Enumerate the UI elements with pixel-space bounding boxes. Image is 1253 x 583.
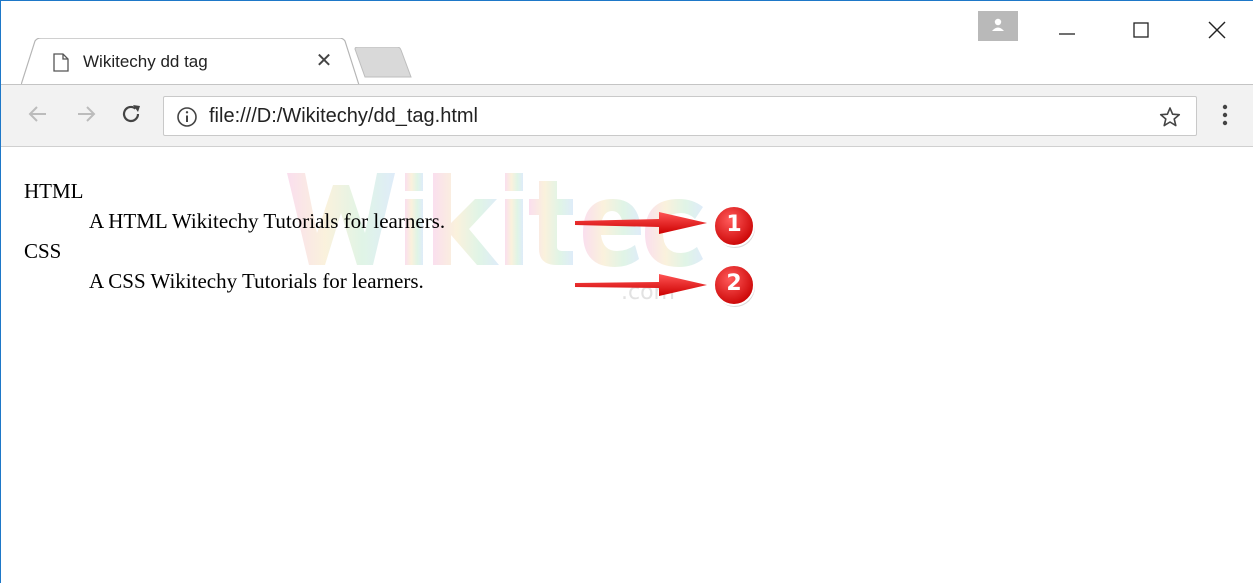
toolbar: file:///D:/Wikitechy/dd_tag.html	[1, 85, 1253, 147]
tab-active[interactable]: Wikitechy dd tag ✕	[21, 38, 363, 86]
kebab-menu-icon	[1222, 104, 1228, 126]
url-text: file:///D:/Wikitechy/dd_tag.html	[209, 105, 478, 127]
annotation-number-1: 1	[726, 212, 742, 237]
new-tab-button[interactable]	[353, 46, 415, 79]
profile-icon	[992, 18, 1004, 31]
forward-button[interactable]	[69, 97, 103, 131]
info-icon[interactable]	[176, 106, 198, 128]
annotation-number-2: 2	[726, 271, 742, 296]
page-icon	[53, 53, 69, 72]
annotation-arrow-2	[575, 274, 707, 296]
forward-arrow-icon	[78, 106, 96, 122]
reload-button[interactable]	[114, 97, 148, 131]
minimize-icon	[1059, 33, 1075, 35]
term-html: HTML	[24, 179, 84, 203]
minimize-button[interactable]	[1041, 9, 1093, 49]
tab-title: Wikitechy dd tag	[83, 52, 208, 71]
back-arrow-icon	[28, 106, 46, 122]
close-icon	[1208, 21, 1226, 39]
close-window-button[interactable]	[1191, 9, 1243, 49]
page-viewport: .com HTML A HTML Wikitechy Tutorials for…	[1, 148, 1253, 583]
reload-icon	[122, 105, 140, 123]
profile-button[interactable]	[978, 11, 1018, 41]
maximize-icon	[1133, 22, 1149, 38]
back-button[interactable]	[21, 97, 55, 131]
term-css: CSS	[24, 239, 62, 263]
address-bar[interactable]: file:///D:/Wikitechy/dd_tag.html	[163, 96, 1197, 136]
menu-button[interactable]	[1213, 101, 1237, 131]
bookmark-star-icon[interactable]	[1158, 105, 1182, 129]
definition-list: HTML A HTML Wikitechy Tutorials for lear…	[24, 176, 445, 296]
tab-close-icon[interactable]: ✕	[313, 50, 335, 72]
description-html: A HTML Wikitechy Tutorials for learners.	[89, 209, 446, 233]
annotation-badge-2: 2	[710, 261, 758, 309]
browser-window: Wikitechy dd tag ✕ file:///D:/Wikitechy/…	[0, 0, 1253, 583]
annotation-badge-1: 1	[710, 202, 758, 250]
description-css: A CSS Wikitechy Tutorials for learners.	[89, 269, 424, 293]
maximize-button[interactable]	[1115, 9, 1167, 49]
title-bar: Wikitechy dd tag ✕	[1, 1, 1253, 86]
annotation-arrow-1	[575, 212, 707, 234]
